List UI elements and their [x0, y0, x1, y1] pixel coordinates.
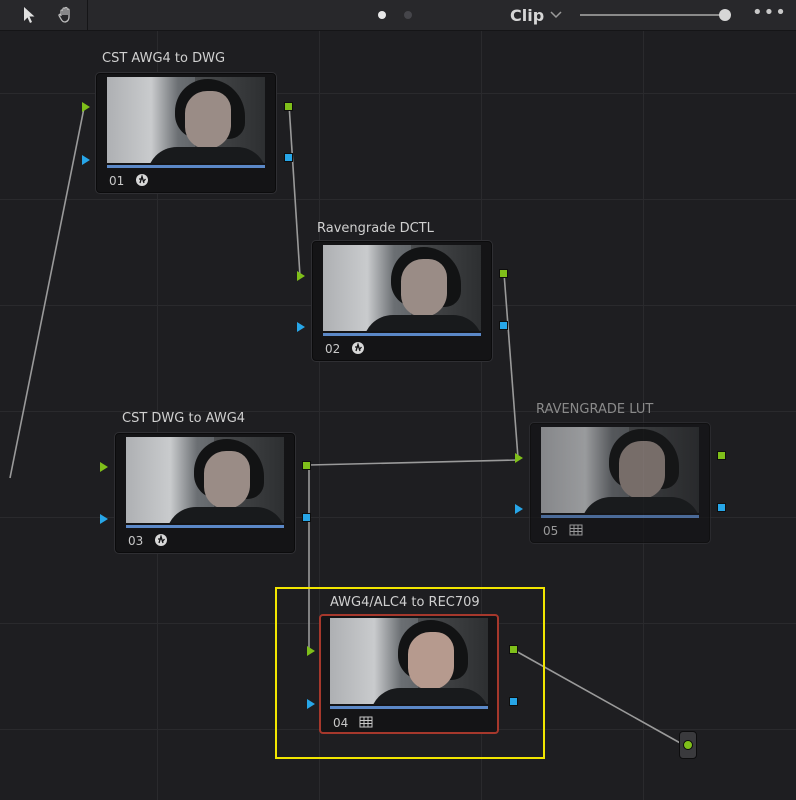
page-dot-active[interactable]	[378, 11, 386, 19]
node-05-rgb-output[interactable]	[717, 451, 726, 460]
node-02-alpha-input[interactable]	[297, 322, 305, 332]
node-01[interactable]: 01	[96, 73, 276, 193]
hand-pan-icon	[58, 6, 70, 23]
zoom-slider-thumb[interactable]	[719, 9, 731, 21]
node-03-rgb-output[interactable]	[302, 461, 311, 470]
node-05[interactable]: 05	[530, 423, 710, 543]
node-03[interactable]: 03	[115, 433, 295, 553]
node-04-alpha-output[interactable]	[509, 697, 518, 706]
node-04-alpha-input[interactable]	[307, 699, 315, 709]
node-number: 05	[543, 524, 559, 538]
zoom-slider[interactable]	[580, 9, 732, 21]
node-04-rgb-input[interactable]	[307, 646, 315, 656]
node-graph-canvas[interactable]: CST AWG4 to DWG 01 Ravengrade DCTL 02 CS…	[0, 31, 796, 800]
link-03-to-05	[308, 459, 519, 466]
node-01-rgb-output[interactable]	[284, 102, 293, 111]
node-number: 02	[325, 342, 341, 356]
chevron-down-icon	[550, 11, 562, 19]
thumbnail-bar	[126, 525, 284, 528]
lut-grid-icon	[569, 524, 583, 536]
node-number: 04	[333, 716, 349, 730]
node-thumbnail	[126, 437, 284, 523]
thumbnail-bar	[541, 515, 699, 518]
clip-mode-dropdown[interactable]: Clip	[510, 4, 562, 26]
link-source-to-01	[9, 107, 85, 479]
node-01-alpha-output[interactable]	[284, 153, 293, 162]
node-03-alpha-input[interactable]	[100, 514, 108, 524]
node-title-03: CST DWG to AWG4	[122, 411, 246, 426]
node-03-rgb-input[interactable]	[100, 462, 108, 472]
node-title-05: RAVENGRADE LUT	[536, 402, 654, 417]
node-number: 01	[109, 174, 125, 188]
link-02-to-05	[503, 272, 519, 459]
output-port[interactable]	[683, 740, 693, 750]
clip-output-node[interactable]	[679, 731, 697, 759]
node-02-rgb-input[interactable]	[297, 271, 305, 281]
thumbnail-bar	[323, 333, 481, 336]
node-04[interactable]: 04	[319, 614, 499, 734]
mode-label: Clip	[510, 5, 545, 25]
thumbnail-bar	[330, 706, 488, 709]
node-04-rgb-output[interactable]	[509, 645, 518, 654]
node-03-alpha-output[interactable]	[302, 513, 311, 522]
pointer-tool-button[interactable]	[17, 3, 43, 27]
node-05-alpha-input[interactable]	[515, 504, 523, 514]
link-01-to-02	[288, 103, 301, 277]
more-dots-icon: •••	[752, 2, 787, 23]
fx-icon	[352, 342, 364, 354]
node-02-alpha-output[interactable]	[499, 321, 508, 330]
node-thumbnail	[330, 618, 488, 704]
node-thumbnail	[323, 245, 481, 331]
pointer-arrow-icon	[24, 7, 35, 23]
node-title-01: CST AWG4 to DWG	[102, 51, 226, 66]
node-05-alpha-output[interactable]	[717, 503, 726, 512]
toolbar-divider	[87, 0, 88, 31]
node-thumbnail	[107, 77, 265, 163]
node-title-02: Ravengrade DCTL	[317, 221, 434, 236]
more-options-button[interactable]: •••	[752, 4, 786, 24]
node-thumbnail	[541, 427, 699, 513]
fx-icon	[155, 534, 167, 546]
lut-grid-icon	[359, 716, 373, 728]
thumbnail-bar	[107, 165, 265, 168]
node-02-rgb-output[interactable]	[499, 269, 508, 278]
node-01-rgb-input[interactable]	[82, 102, 90, 112]
hand-tool-button[interactable]	[53, 3, 79, 27]
node-02[interactable]: 02	[312, 241, 492, 361]
page-dot-inactive[interactable]	[404, 11, 412, 19]
node-01-alpha-input[interactable]	[82, 155, 90, 165]
node-05-rgb-input[interactable]	[515, 453, 523, 463]
fx-icon	[136, 174, 148, 186]
node-number: 03	[128, 534, 144, 548]
node-title-04: AWG4/ALC4 to REC709	[330, 595, 480, 610]
node-editor-toolbar: Clip •••	[0, 0, 796, 31]
zoom-slider-track	[580, 14, 726, 16]
